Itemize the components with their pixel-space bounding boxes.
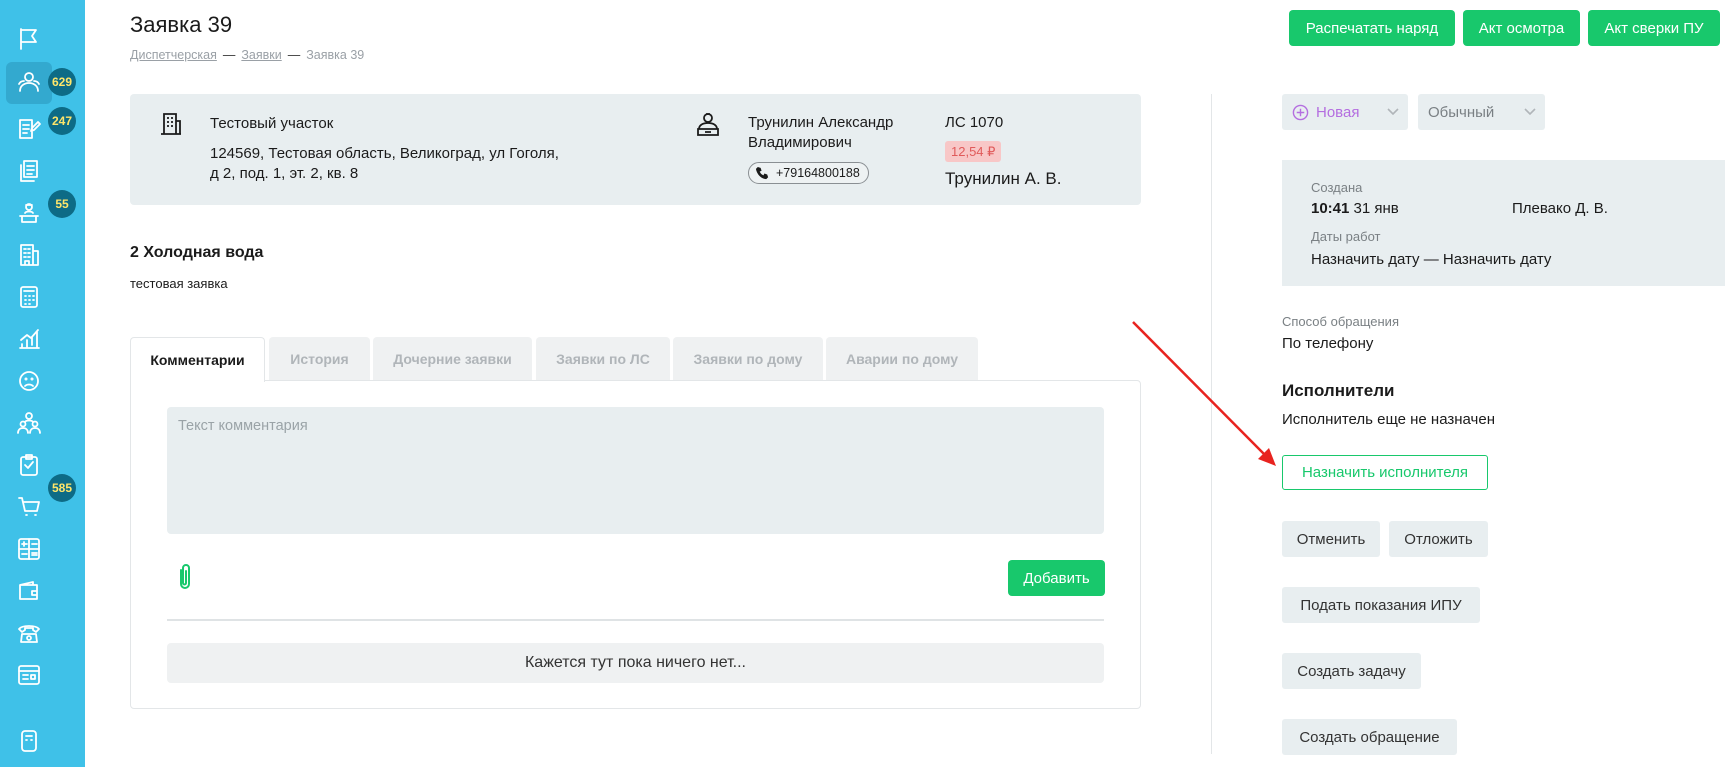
status-select[interactable]: Новая: [1282, 94, 1408, 130]
tab-account-requests[interactable]: Заявки по ЛС: [536, 337, 670, 381]
tab-house-emergencies[interactable]: Аварии по дому: [826, 337, 978, 381]
users-group-icon: [18, 72, 40, 92]
nav-calls[interactable]: [6, 612, 52, 654]
wallet-icon: [19, 581, 38, 600]
reconciliation-act-button[interactable]: Акт сверки ПУ: [1588, 10, 1720, 46]
postpone-button[interactable]: Отложить: [1389, 521, 1488, 557]
breadcrumb-separator: —: [287, 48, 301, 62]
nav-buildings[interactable]: [6, 234, 52, 276]
contact-method-label: Способ обращения: [1282, 314, 1399, 329]
nav-team[interactable]: [6, 402, 52, 444]
request-title: 2 Холодная вода: [130, 244, 264, 261]
flag-icon: [20, 28, 37, 50]
phone-number: +79164800188: [776, 166, 860, 180]
address-line-1: 124569, Тестовая область, Великоград, ул…: [210, 145, 559, 162]
sad-face-icon: [19, 371, 39, 391]
address-line-2: д 2, под. 1, эт. 2, кв. 8: [210, 165, 359, 182]
nav-flag[interactable]: [6, 18, 52, 60]
nav-clients[interactable]: [6, 62, 52, 104]
worker-icon: [19, 203, 39, 223]
building-icon: [20, 244, 39, 266]
breadcrumb-separator: —: [222, 48, 236, 62]
phone-icon: [755, 166, 769, 179]
person-icon: [697, 113, 719, 136]
device-icon: [21, 730, 37, 752]
chart-icon: [19, 329, 40, 349]
tab-comments[interactable]: Комментарии: [130, 337, 265, 382]
tab-house-requests[interactable]: Заявки по дому: [673, 337, 823, 381]
nav-workers[interactable]: [6, 192, 52, 234]
tab-history[interactable]: История: [269, 337, 370, 381]
create-appeal-button[interactable]: Создать обращение: [1282, 719, 1457, 755]
work-dates-label: Даты работ: [1311, 229, 1381, 244]
calc-grid-icon: [18, 538, 40, 560]
created-date: 31 янв: [1353, 200, 1399, 217]
calculator-icon: [20, 286, 38, 308]
person-short-name: Трунилин А. В.: [945, 169, 1062, 188]
clipboard-check-icon: [20, 454, 38, 476]
person-name-line-1: Трунилин Александр: [748, 114, 894, 131]
nav-complaints[interactable]: [6, 360, 52, 402]
work-dates-value[interactable]: Назначить дату — Назначить дату: [1311, 251, 1551, 268]
created-time: 10:41: [1311, 200, 1350, 217]
nav-accounting[interactable]: [6, 528, 52, 570]
nav-calculator[interactable]: [6, 276, 52, 318]
created-by: Плевако Д. В.: [1512, 200, 1608, 217]
phone-pill[interactable]: +79164800188: [748, 162, 869, 184]
created-label: Создана: [1311, 180, 1363, 195]
account-number: ЛС 1070: [945, 114, 1004, 131]
breadcrumb-current: Заявка 39: [306, 48, 365, 62]
nav-shop[interactable]: [6, 486, 52, 528]
page-title: Заявка 39: [130, 12, 233, 37]
nav-wallet[interactable]: [6, 570, 52, 612]
nav-device[interactable]: [6, 720, 52, 762]
debt-badge: 12,54 ₽: [945, 141, 1002, 162]
nav-dashboard[interactable]: [6, 654, 52, 696]
comment-input[interactable]: [167, 407, 1104, 534]
building-icon: [161, 113, 181, 135]
column-divider: [1211, 94, 1212, 754]
chevron-down-icon: [1524, 108, 1536, 116]
tasks-badge: 585: [48, 474, 76, 502]
contact-method-value: По телефону: [1282, 335, 1374, 352]
clients-badge: 629: [48, 68, 76, 96]
team-icon: [17, 412, 41, 434]
phone-icon: [18, 625, 40, 643]
site-name: Тестовый участок: [210, 115, 334, 132]
submit-meter-readings-button[interactable]: Подать показания ИПУ: [1282, 587, 1480, 623]
tab-child-requests[interactable]: Дочерние заявки: [373, 337, 532, 381]
executors-empty-text: Исполнитель еще не назначен: [1282, 411, 1496, 428]
paperclip-icon[interactable]: [174, 562, 196, 592]
chevron-down-icon: [1387, 108, 1399, 116]
breadcrumb-dispatch[interactable]: Диспетчерская: [130, 48, 217, 62]
plus-circle-icon: [1292, 104, 1309, 120]
print-order-button[interactable]: Распечатать наряд: [1289, 10, 1455, 46]
assign-executor-button[interactable]: Назначить исполнителя: [1282, 455, 1488, 490]
request-description: тестовая заявка: [130, 276, 228, 291]
edit-document-icon: [19, 119, 41, 139]
divider: [167, 619, 1104, 621]
requests-badge: 247: [48, 107, 76, 135]
inspection-act-button[interactable]: Акт осмотра: [1463, 10, 1580, 46]
nav-documents[interactable]: [6, 150, 52, 192]
documents-icon: [20, 160, 38, 182]
nav-analytics[interactable]: [6, 318, 52, 360]
executors-title: Исполнители: [1282, 381, 1395, 400]
breadcrumb-requests[interactable]: Заявки: [241, 48, 281, 62]
empty-comments-message: Кажется тут пока ничего нет...: [167, 643, 1104, 683]
breadcrumb: Диспетчерская — Заявки — Заявка 39: [130, 48, 364, 62]
nav-tasks[interactable]: [6, 444, 52, 486]
workers-badge: 55: [48, 190, 76, 218]
priority-select[interactable]: Обычный: [1418, 94, 1545, 130]
person-name-line-2: Владимирович: [748, 134, 852, 151]
status-value: Новая: [1316, 103, 1360, 121]
cart-icon: [18, 497, 40, 516]
sidebar: 629 247 55 585: [0, 0, 85, 767]
priority-value: Обычный: [1428, 103, 1495, 121]
browser-window-icon: [18, 665, 40, 685]
cancel-button[interactable]: Отменить: [1282, 521, 1380, 557]
nav-requests[interactable]: [6, 108, 52, 150]
create-task-button[interactable]: Создать задачу: [1282, 653, 1421, 689]
add-comment-button[interactable]: Добавить: [1008, 560, 1105, 596]
